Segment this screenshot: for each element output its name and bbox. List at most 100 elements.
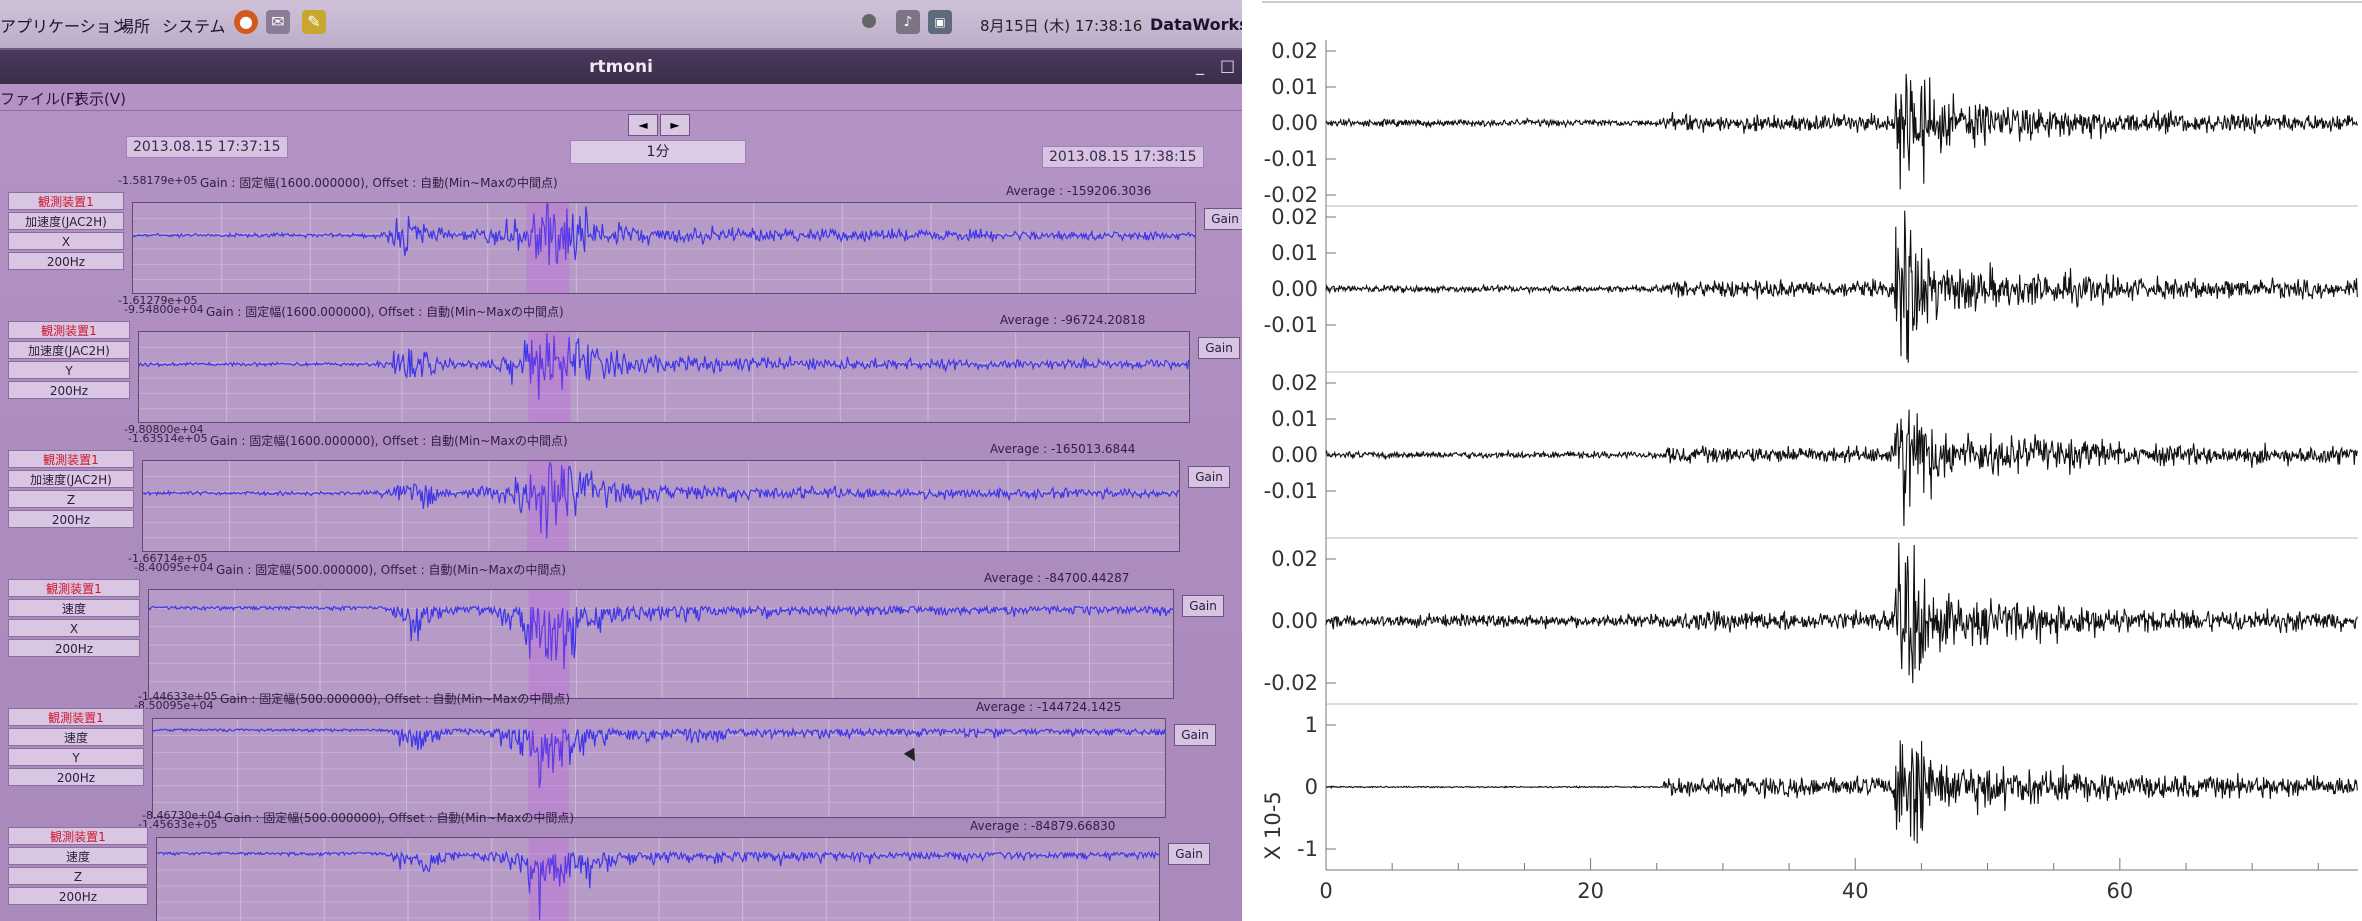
channel-axis-label: X — [8, 232, 124, 250]
y-tick-label: 0.02 — [1271, 547, 1318, 571]
y-tick-label: -0.01 — [1264, 479, 1318, 503]
gain-button[interactable]: Gain — [1168, 843, 1210, 865]
y-tick-label: -0.01 — [1264, 313, 1318, 337]
channel-waveform — [152, 718, 1166, 818]
channel-gain-info: Gain : 固定幅(1600.000000), Offset : 自動(Min… — [206, 305, 564, 319]
gain-button[interactable]: Gain — [1198, 337, 1240, 359]
channel-device-label: 観測装置1 — [8, 827, 148, 845]
channel-waveform — [132, 202, 1196, 294]
channel-type-label: 速度 — [8, 599, 140, 617]
menu-file[interactable]: ファイル(F) — [0, 88, 80, 109]
highlight-band — [528, 332, 571, 422]
channel-rate-label: 200Hz — [8, 381, 130, 399]
seismogram-figure: 0.02 0.01 0.00 -0.01 -0.02 0.02 0.01 0.00 -0.01 0… — [1262, 0, 2362, 921]
channel-waveform — [156, 837, 1160, 921]
channel-gain-info: Gain : 固定幅(500.000000), Offset : 自動(Min~… — [220, 692, 571, 706]
seismogram-plot: 0.020.010.00-0.01-0.020.020.010.00-0.010… — [1262, 1, 2362, 903]
waveform-svg — [157, 838, 1159, 921]
waveform-svg — [143, 461, 1179, 551]
channel-gain-info: Gain : 固定幅(1600.000000), Offset : 自動(Min… — [200, 176, 558, 190]
y-tick-label: -0.02 — [1264, 671, 1318, 695]
channel-waveform — [148, 589, 1174, 699]
mail-icon[interactable]: ✉ — [266, 10, 290, 34]
highlight-band — [528, 719, 569, 817]
waveform-svg — [153, 719, 1165, 817]
next-button[interactable]: ► — [660, 114, 690, 136]
channel-waveform — [138, 331, 1190, 423]
y-tick-label: -0.02 — [1264, 183, 1318, 207]
channel-gain-info: Gain : 固定幅(500.000000), Offset : 自動(Min~… — [216, 563, 567, 577]
y-tick-label: 0.02 — [1271, 39, 1318, 63]
channel-gain-info: Gain : 固定幅(1600.000000), Offset : 自動(Min… — [210, 434, 568, 448]
notes-icon[interactable]: ✎ — [302, 10, 326, 34]
channel-average: Average : -84700.44287 — [984, 571, 1130, 585]
waveform-trace — [133, 203, 1195, 266]
channel-axis-label: X — [8, 619, 140, 637]
channel-type-label: 加速度(JAC2H) — [8, 212, 124, 230]
channel-type-label: 速度 — [8, 847, 148, 865]
channel-device-label: 観測装置1 — [8, 321, 130, 339]
y-tick-label: 0.01 — [1271, 407, 1318, 431]
gain-button[interactable]: Gain — [1182, 595, 1224, 617]
waveform-svg — [149, 590, 1173, 698]
speaker-icon[interactable]: ♪ — [896, 10, 920, 34]
channel-rate-label: 200Hz — [8, 510, 134, 528]
y-tick-label: 0 — [1305, 775, 1318, 799]
taskbar: アプリケーション 場所 システム ● ✉ ✎ ♪ ▣ 8月15日 (木) 17:… — [0, 0, 1242, 50]
gain-button[interactable]: Gain — [1174, 724, 1216, 746]
channel-type-label: 加速度(JAC2H) — [8, 470, 134, 488]
menu-places[interactable]: 場所 — [118, 13, 150, 37]
maximize-icon[interactable]: □ — [1220, 56, 1235, 75]
seismic-trace — [1325, 740, 2358, 844]
window-titlebar[interactable]: rtmoni _ □ — [0, 50, 1242, 84]
seismic-trace — [1325, 73, 2358, 190]
channel-rate-label: 200Hz — [8, 887, 148, 905]
highlight-band — [528, 590, 570, 698]
prev-button[interactable]: ◄ — [628, 114, 658, 136]
y-tick-label: 0.02 — [1271, 205, 1318, 229]
clock[interactable]: 8月15日 (木) 17:38:16 — [980, 15, 1142, 36]
channel-axis-label: Y — [8, 361, 130, 379]
channel-axis-label: Y — [8, 748, 144, 766]
gain-button[interactable]: Gain — [1188, 466, 1230, 488]
channel-max-value: -1.44633e+05 — [138, 690, 218, 703]
y-tick-label: 1 — [1305, 713, 1318, 737]
channel-max-value: -8.40095e+04 — [134, 561, 214, 574]
y-tick-label: 0.00 — [1271, 443, 1318, 467]
menu-applications[interactable]: アプリケーション — [0, 13, 128, 37]
x-tick-label: 60 — [2106, 879, 2133, 903]
y-axis-label: X 10-5 — [1262, 791, 1285, 860]
window-menubar: ファイル(F) 表示(V) — [0, 84, 1242, 111]
channel-device-label: 観測装置1 — [8, 708, 144, 726]
channel-axis-label: Z — [8, 490, 134, 508]
waveform-trace — [153, 726, 1165, 788]
workspace-name: DataWorks — [1150, 15, 1242, 34]
end-time: 2013.08.15 17:38:15 — [1042, 146, 1204, 168]
channel-device-label: 観測装置1 — [8, 192, 124, 210]
firefox-icon[interactable]: ● — [234, 10, 258, 34]
waveform-svg — [133, 203, 1195, 293]
y-tick-label: 0.00 — [1271, 609, 1318, 633]
y-tick-label: 0.01 — [1271, 75, 1318, 99]
seismic-trace — [1325, 409, 2358, 527]
channel-max-value: -8.46730e+04 — [142, 809, 222, 822]
rtmoni-screen: アプリケーション 場所 システム ● ✉ ✎ ♪ ▣ 8月15日 (木) 17:… — [0, 0, 1242, 921]
y-tick-label: 0.02 — [1271, 371, 1318, 395]
gain-button[interactable]: Gain — [1204, 208, 1242, 230]
minimize-icon[interactable]: _ — [1196, 56, 1204, 75]
channel-max-value: -1.58179e+05 — [118, 174, 198, 187]
channel-rate-label: 200Hz — [8, 252, 124, 270]
channel-average: Average : -165013.6844 — [990, 442, 1136, 456]
channel-rate-label: 200Hz — [8, 768, 144, 786]
channel-type-label: 速度 — [8, 728, 144, 746]
page-span-field[interactable]: 1分 — [570, 140, 746, 164]
channel-type-label: 加速度(JAC2H) — [8, 341, 130, 359]
menu-system[interactable]: システム — [162, 13, 226, 37]
network-icon[interactable] — [862, 14, 876, 28]
display-icon[interactable]: ▣ — [928, 10, 952, 34]
y-tick-label: 0.01 — [1271, 241, 1318, 265]
y-tick-label: 0.00 — [1271, 111, 1318, 135]
highlight-band — [528, 838, 569, 921]
channel-axis-label: Z — [8, 867, 148, 885]
menu-view[interactable]: 表示(V) — [74, 88, 126, 109]
